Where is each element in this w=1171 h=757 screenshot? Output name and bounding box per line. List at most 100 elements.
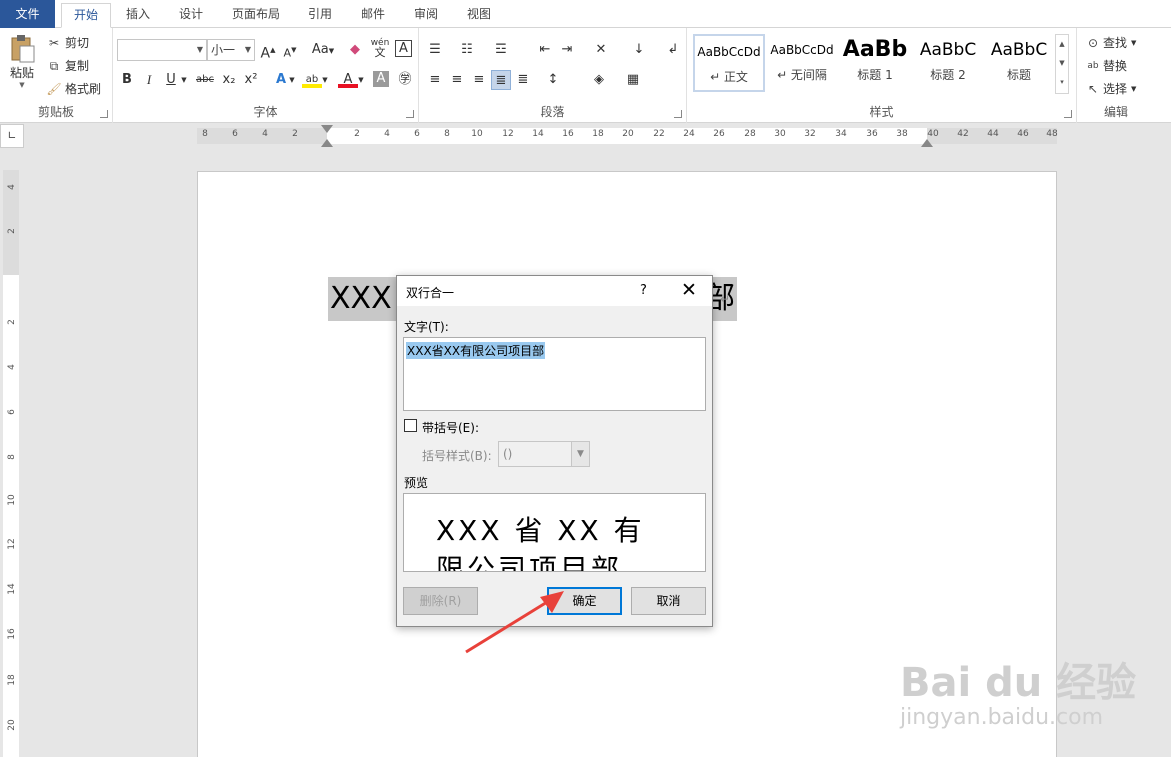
tab-review[interactable]: 审阅 [405, 3, 447, 28]
tab-references[interactable]: 引用 [299, 3, 341, 28]
underline-dropdown-icon[interactable]: ▼ [179, 70, 189, 90]
subscript-button[interactable]: x₂ [219, 70, 239, 90]
right-indent-handle[interactable] [921, 139, 933, 147]
vertical-ruler[interactable]: 4 2 2 4 6 8 10 12 14 16 18 20 [3, 170, 19, 757]
show-marks-button[interactable]: ↲ [663, 40, 683, 60]
first-line-indent-handle[interactable] [321, 125, 333, 133]
find-button[interactable]: ⊙ 查找 ▼ [1085, 34, 1136, 51]
char-border-icon: A [399, 41, 408, 56]
font-size-value: 小一 [211, 43, 236, 57]
strikethrough-button[interactable]: abc [193, 70, 217, 90]
font-name-combo[interactable]: ▼ [117, 39, 207, 61]
paste-label: 粘贴 [9, 66, 34, 80]
style-heading-1[interactable]: AaBb 标题 1 [839, 34, 911, 92]
paste-button[interactable]: 粘贴 ▼ [6, 34, 38, 89]
chevron-down-icon[interactable]: ▼ [320, 70, 330, 90]
shading-button[interactable]: ◈ [589, 70, 609, 90]
bracket-checkbox[interactable] [404, 419, 417, 432]
distributed-button[interactable]: ≣ [513, 70, 533, 90]
align-center-button[interactable]: ≡ [447, 70, 467, 90]
tab-home[interactable]: 开始 [61, 3, 111, 28]
ruler-number: 38 [896, 129, 908, 139]
ruler-number: 2 [7, 228, 17, 234]
preview-line-2: 限公司项目部 [436, 553, 623, 572]
ribbon-tab-bar: 文件 开始 插入 设计 页面布局 引用 邮件 审阅 视图 [0, 0, 1171, 28]
watermark-logo: Bai du 经验 [900, 660, 1137, 706]
copy-button[interactable]: ⧉ 复制 [46, 57, 89, 74]
paintbrush-icon: 🖌 [46, 81, 62, 96]
numbering-button[interactable]: ☷ [457, 40, 477, 60]
highlight-button[interactable]: ab [302, 70, 322, 88]
chinese-layout-button[interactable]: ✕ [591, 40, 611, 60]
cancel-button[interactable]: 取消 [631, 587, 706, 615]
tab-design[interactable]: 设计 [170, 3, 212, 28]
replace-button[interactable]: ab 替换 [1085, 57, 1127, 74]
justify-button[interactable]: ≣ [491, 70, 511, 90]
ruler-number: 36 [866, 129, 878, 139]
tab-layout[interactable]: 页面布局 [224, 3, 288, 28]
font-launcher-icon[interactable] [406, 110, 414, 118]
decrease-indent-button[interactable]: ⇤ [535, 40, 555, 60]
align-right-button[interactable]: ≡ [469, 70, 489, 90]
char-border-button[interactable]: A [395, 40, 412, 57]
close-icon[interactable]: ✕ [681, 279, 697, 301]
ruler-number: 16 [562, 129, 574, 139]
underline-button[interactable]: U [161, 70, 181, 90]
help-button[interactable]: ? [640, 283, 647, 298]
grow-font-button[interactable]: A▲ [258, 40, 278, 62]
bullets-button[interactable]: ☰ [425, 40, 445, 60]
shrink-font-button[interactable]: A▼ [280, 40, 300, 60]
clear-format-button[interactable]: ◆ [345, 40, 365, 60]
align-left-button[interactable]: ≡ [425, 70, 445, 90]
change-case-button[interactable]: Aa▼ [308, 40, 338, 60]
tab-mailings[interactable]: 邮件 [352, 3, 394, 28]
hanging-indent-handle[interactable] [321, 139, 333, 147]
watermark-url: jingyan.baidu.com [900, 705, 1104, 730]
cut-button[interactable]: ✂ 剪切 [46, 34, 89, 51]
chinese-layout-icon: ✕ [595, 42, 607, 57]
line-spacing-icon: ↕ [547, 72, 559, 87]
font-color-button[interactable]: A [338, 70, 358, 88]
bold-button[interactable]: B [117, 70, 137, 90]
sort-button[interactable]: ↓ [629, 40, 649, 60]
multilevel-list-button[interactable]: ☲ [491, 40, 511, 60]
bracket-style-select[interactable]: () ▼ [498, 441, 590, 467]
horizontal-ruler[interactable]: 8 6 4 2 2 4 6 8 10 12 14 16 18 20 22 24 … [197, 125, 1058, 147]
chevron-down-icon[interactable]: ▼ [287, 70, 297, 90]
text-input[interactable]: XXX省XX有限公司项目部 [403, 337, 706, 411]
styles-scroll[interactable]: ▲ ▼ ▾ [1055, 34, 1069, 94]
ruler-number: 6 [414, 129, 420, 139]
superscript-button[interactable]: x² [241, 70, 261, 90]
chevron-down-icon[interactable]: ▼ [356, 70, 366, 90]
tab-file[interactable]: 文件 [0, 0, 55, 28]
format-painter-button[interactable]: 🖌 格式刷 [46, 80, 101, 97]
clipboard-launcher-icon[interactable] [100, 110, 108, 118]
style-heading-2[interactable]: AaBbC 标题 2 [912, 34, 984, 92]
line-spacing-button[interactable]: ↕ [543, 70, 563, 90]
editing-group-label: 编辑 [1103, 105, 1128, 119]
ruler-number: 8 [444, 129, 450, 139]
font-size-combo[interactable]: 小一 ▼ [207, 39, 255, 61]
style-title[interactable]: AaBbC 标题 [983, 34, 1055, 92]
tab-insert[interactable]: 插入 [117, 3, 159, 28]
style-normal[interactable]: AaBbCcDd ↵ 正文 [693, 34, 765, 92]
enclose-char-button[interactable]: ㊫ [395, 70, 415, 90]
align-center-icon: ≡ [451, 72, 463, 87]
select-button[interactable]: ↖ 选择 ▼ [1085, 80, 1136, 97]
italic-button[interactable]: I [139, 70, 159, 90]
dialog-title-bar[interactable]: 双行合一 ? ✕ [397, 276, 712, 306]
ruler-number: 46 [1017, 129, 1029, 139]
dialog-title: 双行合一 [406, 286, 455, 300]
style-no-spacing[interactable]: AaBbCcDd ↵ 无间隔 [766, 34, 838, 92]
phonetic-guide-button[interactable]: wén 文 [370, 38, 390, 58]
paste-dropdown-icon[interactable]: ▼ [19, 81, 24, 89]
tab-selector[interactable]: ∟ [0, 124, 24, 148]
decrease-indent-icon: ⇤ [539, 42, 551, 57]
borders-button[interactable]: ▦ [623, 70, 643, 90]
paragraph-launcher-icon[interactable] [674, 110, 682, 118]
tab-view[interactable]: 视图 [458, 3, 500, 28]
ruler-number: 48 [1046, 129, 1058, 139]
increase-indent-button[interactable]: ⇥ [557, 40, 577, 60]
styles-launcher-icon[interactable] [1064, 110, 1072, 118]
char-shading-button[interactable]: A [373, 71, 389, 87]
